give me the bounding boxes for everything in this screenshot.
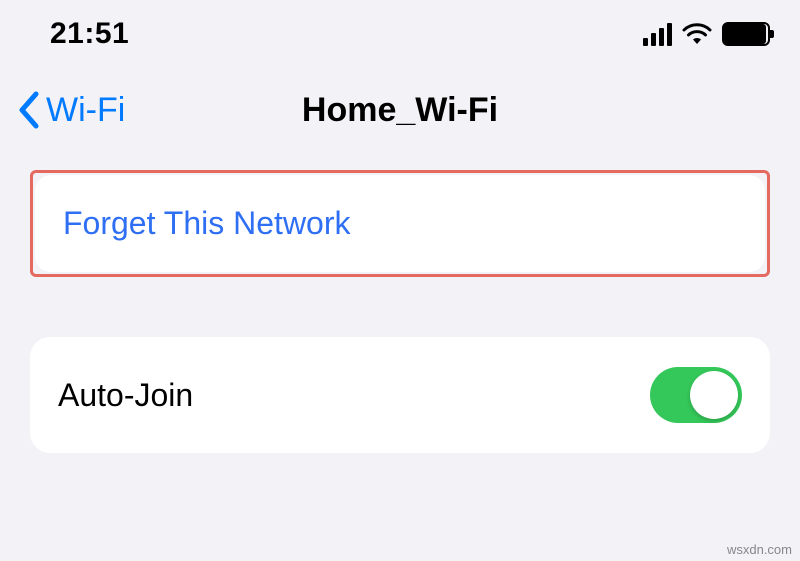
status-indicators — [643, 22, 770, 46]
page-title: Home_Wi-Fi — [302, 91, 498, 130]
forget-network-row[interactable]: Forget This Network — [35, 175, 765, 272]
back-label: Wi-Fi — [46, 91, 125, 130]
battery-icon — [722, 22, 770, 46]
forget-highlight: Forget This Network — [30, 170, 770, 277]
watermark: wsxdn.com — [727, 542, 792, 557]
cellular-signal-icon — [643, 23, 672, 46]
forget-network-label: Forget This Network — [63, 205, 351, 242]
wifi-icon — [682, 23, 712, 45]
auto-join-row: Auto-Join — [30, 337, 770, 453]
status-bar: 21:51 — [0, 0, 800, 60]
navigation-bar: Wi-Fi Home_Wi-Fi — [0, 60, 800, 170]
auto-join-toggle[interactable] — [650, 367, 742, 423]
auto-join-label: Auto-Join — [58, 377, 193, 414]
chevron-left-icon — [16, 90, 44, 130]
status-time: 21:51 — [50, 17, 129, 51]
back-button[interactable]: Wi-Fi — [16, 90, 125, 130]
